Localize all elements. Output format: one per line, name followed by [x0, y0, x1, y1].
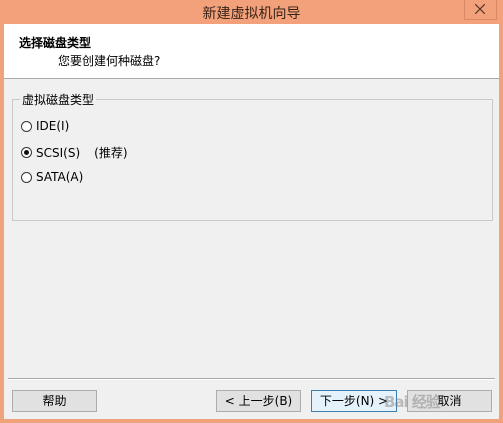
dialog-client-area: 选择磁盘类型 您要创建何种磁盘? 虚拟磁盘类型 IDE(I) SCSI(S) (… — [4, 24, 499, 419]
page-subtitle: 您要创建何种磁盘? — [58, 54, 161, 68]
radio-label-scsi: SCSI(S) — [36, 145, 81, 160]
group-legend: 虚拟磁盘类型 — [20, 91, 97, 108]
radio-button-sata[interactable] — [21, 171, 32, 183]
back-button[interactable]: < 上一步(B) — [216, 390, 301, 412]
radio-ide[interactable]: IDE(I) — [21, 119, 69, 133]
watermark: Bai 经验 — [384, 393, 441, 411]
radio-scsi[interactable]: SCSI(S) (推荐) — [21, 144, 128, 161]
page-title: 选择磁盘类型 — [19, 36, 92, 50]
radio-button-ide[interactable] — [21, 120, 32, 132]
radio-sata[interactable]: SATA(A) — [21, 170, 83, 184]
help-button[interactable]: 帮助 — [12, 390, 97, 412]
radio-button-scsi[interactable] — [21, 147, 32, 158]
close-icon — [475, 4, 485, 14]
window-title: 新建虚拟机向导 — [202, 6, 301, 22]
wizard-header: 选择磁盘类型 您要创建何种磁盘? — [4, 24, 499, 79]
close-button[interactable] — [464, 0, 497, 20]
wizard-window: 新建虚拟机向导 选择磁盘类型 您要创建何种磁盘? 虚拟磁盘类型 IDE(I) S… — [0, 0, 503, 423]
footer-divider — [8, 378, 495, 380]
recommended-note: (推荐) — [94, 146, 128, 160]
radio-label-ide: IDE(I) — [36, 119, 70, 133]
radio-label-sata: SATA(A) — [36, 170, 84, 184]
disk-type-group: 虚拟磁盘类型 IDE(I) SCSI(S) (推荐) SATA(A) — [12, 91, 493, 221]
title-bar[interactable]: 新建虚拟机向导 — [0, 0, 503, 24]
